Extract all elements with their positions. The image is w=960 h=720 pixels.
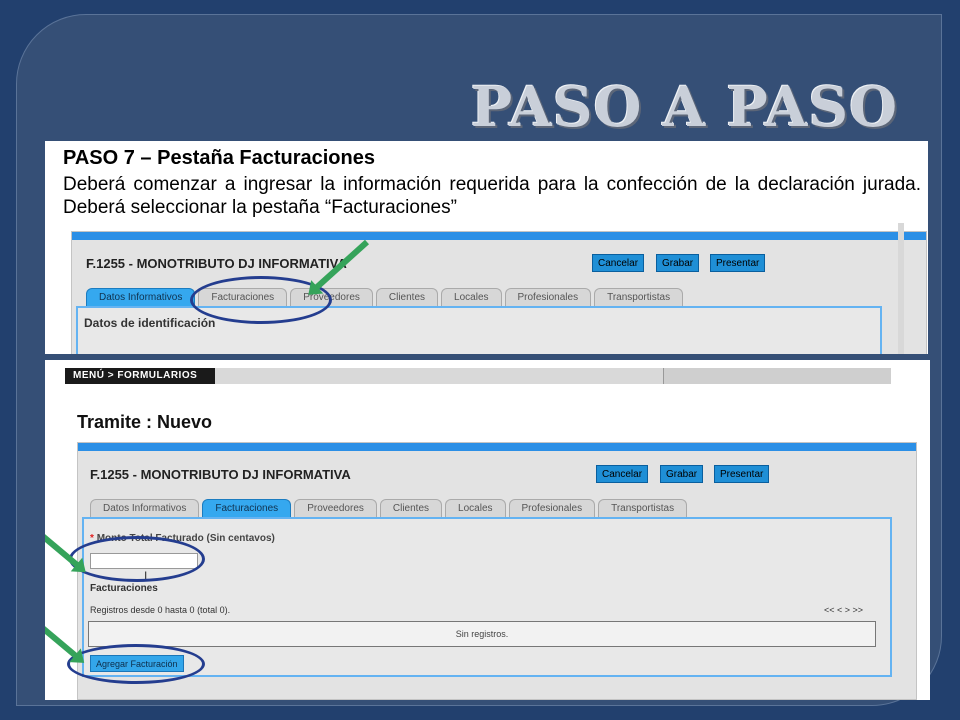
tab-profesionales[interactable]: Profesionales <box>508 499 596 518</box>
tab-transportistas[interactable]: Transportistas <box>594 288 684 307</box>
tab-proveedores[interactable]: Proveedores <box>294 499 377 518</box>
screenshot-panel: MENÚ > FORMULARIOS Tramite : Nuevo F.125… <box>45 360 930 700</box>
slide-title: PASO A PASO <box>470 74 898 139</box>
step-heading: PASO 7 – Pestaña Facturaciones <box>63 147 375 169</box>
scrollbar[interactable] <box>898 223 904 354</box>
highlight-ellipse <box>69 536 205 582</box>
menu-bar-right <box>663 368 891 384</box>
tab-clientes[interactable]: Clientes <box>379 499 443 518</box>
tab-facturaciones[interactable]: Facturaciones <box>202 499 292 518</box>
save-button[interactable]: Grabar <box>660 465 704 483</box>
form-title: F.1255 - MONOTRIBUTO DJ INFORMATIVA <box>86 256 347 271</box>
arrow-icon <box>45 622 80 660</box>
save-button[interactable]: Grabar <box>656 254 700 272</box>
tab-content: * Monto Total Facturado (Sin centavos) I… <box>82 517 892 677</box>
tab-locales[interactable]: Locales <box>441 288 502 307</box>
tab-locales[interactable]: Locales <box>445 499 506 518</box>
form-topbar <box>72 232 926 240</box>
records-table: Sin registros. <box>88 621 876 647</box>
tab-clientes[interactable]: Clientes <box>375 288 439 307</box>
tab-content: Datos de identificación <box>76 306 882 354</box>
form-topbar <box>78 443 916 451</box>
cancel-button[interactable]: Cancelar <box>592 254 645 272</box>
section-label: Facturaciones <box>90 583 158 594</box>
cancel-button[interactable]: Cancelar <box>596 465 649 483</box>
tab-bar: Datos Informativos Facturaciones Proveed… <box>90 499 688 518</box>
menu-bar: MENÚ > FORMULARIOS <box>65 368 891 384</box>
breadcrumb[interactable]: MENÚ > FORMULARIOS <box>65 368 215 384</box>
page-title: Tramite : Nuevo <box>77 412 213 432</box>
instruction-panel: PASO 7 – Pestaña Facturaciones Deberá co… <box>45 141 928 354</box>
empty-table-text: Sin registros. <box>455 629 509 639</box>
highlight-ellipse <box>67 644 205 684</box>
tab-profesionales[interactable]: Profesionales <box>504 288 592 307</box>
tab-bar: Datos Informativos Facturaciones Proveed… <box>86 288 684 307</box>
tab-datos-informativos[interactable]: Datos Informativos <box>86 288 196 307</box>
pagination[interactable]: << < > >> <box>824 605 863 615</box>
tab-datos-informativos[interactable]: Datos Informativos <box>90 499 200 518</box>
submit-button[interactable]: Presentar <box>710 254 766 272</box>
records-info: Registros desde 0 hasta 0 (total 0). <box>90 605 231 615</box>
tab-transportistas[interactable]: Transportistas <box>598 499 688 518</box>
submit-button[interactable]: Presentar <box>714 465 770 483</box>
form-title: F.1255 - MONOTRIBUTO DJ INFORMATIVA <box>90 467 351 482</box>
section-label: Datos de identificación <box>84 316 216 330</box>
step-body: Deberá comenzar a ingresar la informació… <box>63 174 921 218</box>
